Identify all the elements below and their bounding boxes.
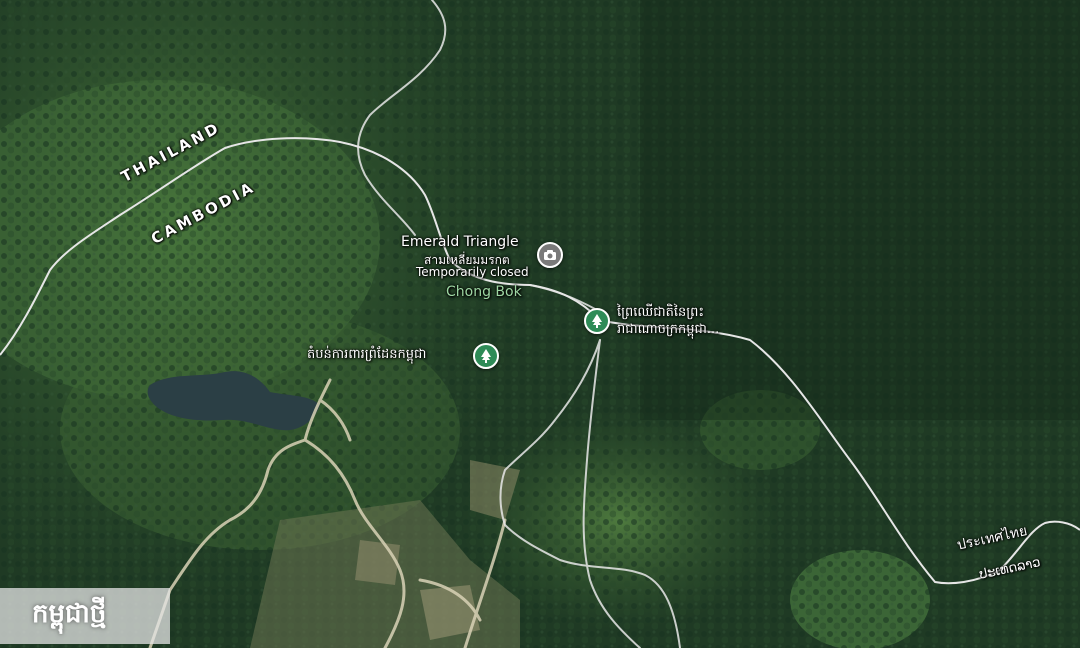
camera-icon[interactable] bbox=[537, 242, 563, 268]
emerald-triangle-status: Temporarily closed bbox=[416, 265, 529, 279]
emerald-triangle-title[interactable]: Emerald Triangle bbox=[401, 234, 519, 250]
tree-icon[interactable] bbox=[584, 308, 610, 334]
watermark-logo: កម្ពុជាថ្មី bbox=[0, 588, 170, 644]
map-terrain bbox=[0, 0, 1080, 648]
watermark-text: កម្ពុជាថ្មី bbox=[32, 599, 107, 629]
satellite-map[interactable]: THAILAND CAMBODIA ประเทศไทย ປະເທດລາວ Eme… bbox=[0, 0, 1080, 648]
chong-bok-label[interactable]: Chong Bok bbox=[446, 284, 522, 300]
border-protection-area-label[interactable]: តំបន់ការពារព្រំដែនកម្ពុជា bbox=[307, 346, 426, 365]
tree-icon[interactable] bbox=[473, 343, 499, 369]
preah-vihear-forest-line2: រាជាណាចក្រកម្ពុជា... bbox=[617, 322, 720, 337]
